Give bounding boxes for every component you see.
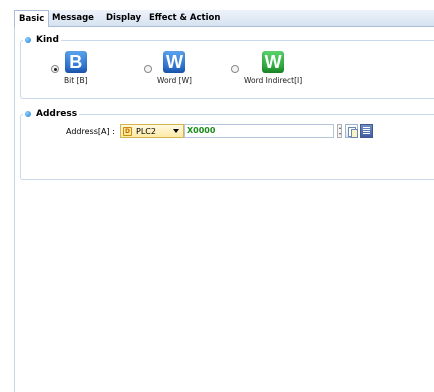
kind-option-bit[interactable]: B Bit [B] (51, 51, 88, 85)
kind-title-text: Kind (36, 35, 59, 45)
kind-word-radio[interactable] (144, 65, 152, 73)
address-list-button[interactable] (360, 124, 373, 138)
kind-group: Kind B Bit [B] W Word [W] W Word Indirec… (20, 35, 434, 99)
kind-word-indirect-label: Word Indirect[I] (244, 76, 303, 85)
word-icon: W (163, 51, 186, 73)
word-indirect-icon: W (262, 51, 285, 73)
spin-up-icon[interactable] (338, 127, 341, 129)
kind-group-title: Kind (23, 35, 61, 45)
kind-bit-label: Bit [B] (64, 76, 88, 85)
plc-icon: D (123, 126, 132, 136)
chevron-down-icon[interactable] (173, 129, 179, 133)
kind-bit-radio[interactable] (51, 65, 59, 73)
tab-basic[interactable]: Basic (14, 10, 50, 28)
address-spinner[interactable] (337, 124, 342, 138)
address-input[interactable]: X0000 (184, 124, 334, 138)
kind-word-indirect-radio[interactable] (231, 65, 239, 73)
kind-option-word-indirect[interactable]: W Word Indirect[I] (231, 51, 302, 85)
tab-message[interactable]: Message (48, 10, 98, 27)
address-group-title: Address (23, 109, 80, 119)
bullet-icon (25, 37, 31, 43)
bit-icon: B (64, 51, 87, 73)
plc-select[interactable]: D PLC2 (120, 124, 184, 138)
address-label: Address[A] : (66, 127, 115, 136)
tab-effect-action[interactable]: Effect & Action (145, 10, 224, 27)
spin-down-icon[interactable] (338, 133, 341, 135)
kind-option-word[interactable]: W Word [W] (144, 51, 192, 85)
address-title-text: Address (36, 109, 78, 119)
properties-window: Basic Message Display Effect & Action Ki… (0, 0, 434, 392)
plc-select-value: PLC2 (136, 126, 156, 136)
bullet-icon (25, 111, 31, 117)
copy-address-button[interactable] (345, 124, 358, 138)
tab-strip: Basic Message Display Effect & Action (14, 10, 434, 28)
tab-display[interactable]: Display (102, 10, 145, 27)
kind-word-label: Word [W] (157, 76, 192, 85)
address-group: Address Address[A] : D PLC2 X0000 (20, 109, 434, 180)
